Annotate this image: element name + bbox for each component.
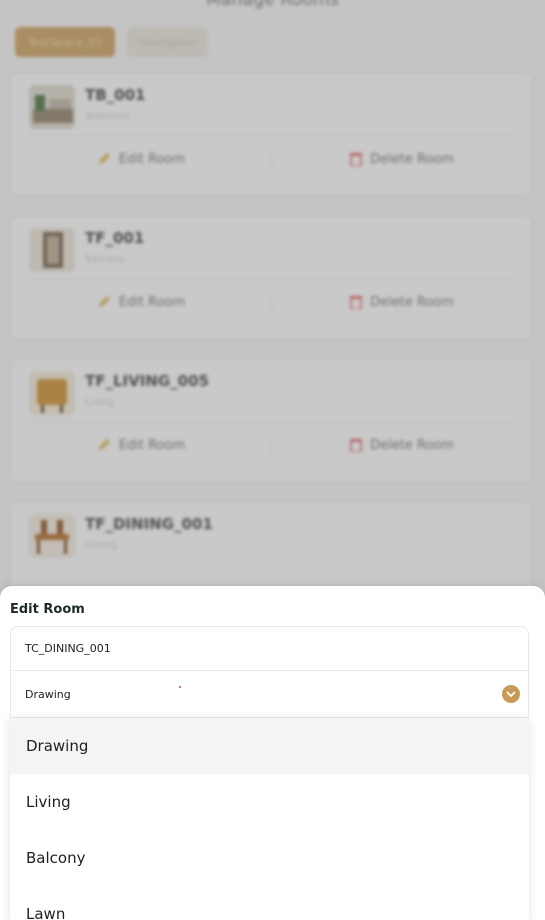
chevron-down-icon[interactable] bbox=[502, 685, 520, 703]
room-type-dropdown: Drawing Living Balcony Lawn bbox=[10, 718, 529, 920]
required-marker bbox=[179, 686, 181, 688]
room-type-selected-value: Drawing bbox=[25, 687, 71, 701]
room-type-select[interactable]: Drawing bbox=[10, 671, 529, 718]
room-name-field[interactable] bbox=[10, 626, 529, 671]
sheet-title: Edit Room bbox=[10, 602, 85, 617]
dropdown-option-drawing[interactable]: Drawing bbox=[10, 718, 529, 774]
dropdown-option-living[interactable]: Living bbox=[10, 774, 529, 830]
dropdown-option-lawn[interactable]: Lawn bbox=[10, 886, 529, 920]
dropdown-option-balcony[interactable]: Balcony bbox=[10, 830, 529, 886]
room-name-input[interactable] bbox=[11, 627, 528, 670]
